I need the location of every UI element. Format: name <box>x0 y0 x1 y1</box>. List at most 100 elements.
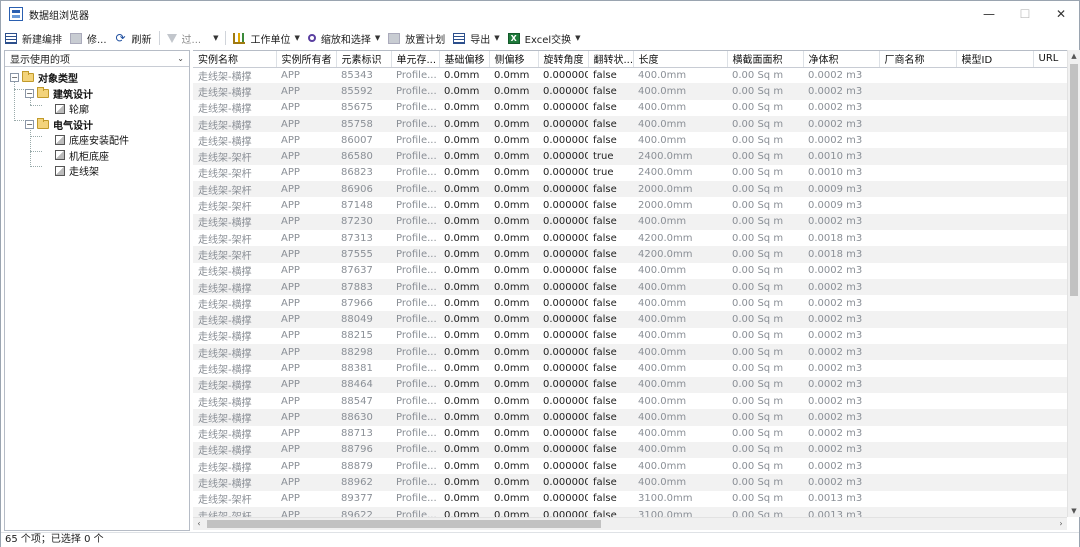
table-row[interactable]: 走线架-横撑 APP 88215 Profile... 0.0mm 0.0mm 0.0000… <box>193 327 1067 345</box>
table-row[interactable]: 走线架-横撑 APP 88962 Profile... 0.0mm 0.0mm 0.0000… <box>193 474 1067 491</box>
table-row[interactable]: 走线架-横撑 APP 85675 Profile... 0.0mm 0.0mm 0.0000… <box>193 99 1067 116</box>
column-header[interactable]: 侧偏移 <box>489 51 539 68</box>
column-header[interactable]: 净体积 <box>803 51 880 68</box>
table-cell: 89377 <box>336 490 391 508</box>
table-row[interactable]: 走线架-横撑 APP 88879 Profile... 0.0mm 0.0mm 0.0000… <box>193 458 1067 475</box>
zoom-select-button[interactable]: 缩放和选择 ▼ <box>304 29 384 47</box>
column-header[interactable]: 单元存... <box>391 51 440 68</box>
table-cell <box>879 262 956 279</box>
filter-dropdown-button[interactable]: ▼ <box>205 29 222 47</box>
collapse-icon[interactable]: − <box>10 73 19 83</box>
table-row[interactable]: 走线架-架杆 APP 87555 Profile... 0.0mm 0.0mm 0.0000… <box>193 246 1067 263</box>
table-row[interactable]: 走线架-横撑 APP 87637 Profile... 0.0mm 0.0mm 0.0000… <box>193 262 1067 279</box>
table-row[interactable]: 走线架-横撑 APP 87966 Profile... 0.0mm 0.0mm 0.0000… <box>193 295 1067 312</box>
excel-exchange-button[interactable]: X Excel交换 ▼ <box>504 29 585 47</box>
column-header[interactable]: 实例名称 <box>193 51 277 68</box>
column-header[interactable]: 横截面面积 <box>727 51 804 68</box>
vertical-scrollbar[interactable]: ▲ ▼ <box>1067 50 1080 517</box>
tree-node-base-mount[interactable]: 底座安装配件 <box>5 132 189 148</box>
column-header[interactable]: 长度 <box>633 51 728 68</box>
vertical-scroll-thumb[interactable] <box>1070 64 1078 296</box>
horizontal-scrollbar[interactable]: ‹ › <box>193 517 1067 530</box>
table-cell <box>956 441 1033 459</box>
table-row[interactable]: 走线架-横撑 APP 88298 Profile... 0.0mm 0.0mm 0.0000… <box>193 344 1067 361</box>
close-button[interactable]: ✕ <box>1043 1 1079 27</box>
table-cell <box>1033 229 1067 247</box>
table-row[interactable]: 走线架-横撑 APP 88464 Profile... 0.0mm 0.0mm 0.0000… <box>193 376 1067 393</box>
column-header[interactable]: 翻转状... <box>588 51 634 68</box>
table-cell <box>1033 278 1067 296</box>
table-row[interactable]: 走线架-横撑 APP 85343 Profile... 0.0mm 0.0mm 0.0000… <box>193 67 1067 84</box>
table-row[interactable]: 走线架-架杆 APP 87313 Profile... 0.0mm 0.0mm 0.0000… <box>193 229 1067 247</box>
filter-button[interactable]: 过... <box>163 29 206 47</box>
table-cell <box>956 507 1033 517</box>
table-row[interactable]: 走线架-横撑 APP 88547 Profile... 0.0mm 0.0mm 0.0000… <box>193 392 1067 410</box>
table-cell: 0.000000 <box>538 197 588 214</box>
table-cell: 0.0018 m3 <box>803 229 879 247</box>
place-plan-button[interactable]: 放置计划 <box>384 29 449 47</box>
table-row[interactable]: 走线架-架杆 APP 86906 Profile... 0.0mm 0.0mm 0.0000… <box>193 181 1067 198</box>
column-header[interactable]: 实例所有者 <box>276 51 337 68</box>
work-unit-button[interactable]: 工作单位 ▼ <box>229 29 303 47</box>
table-cell: 400.0mm <box>633 392 727 410</box>
column-header[interactable]: 旋转角度 <box>538 51 589 68</box>
scroll-left-icon[interactable]: ‹ <box>193 518 205 530</box>
tree-node-object-types[interactable]: − 对象类型 <box>5 70 189 86</box>
table-cell: 0.00 Sq m <box>727 392 803 410</box>
tree-node-building-design[interactable]: − 建筑设计 <box>5 86 189 102</box>
magnifier-icon <box>307 34 316 42</box>
collapse-icon[interactable]: − <box>25 119 34 129</box>
table-cell <box>879 327 956 345</box>
table-row[interactable]: 走线架-横撑 APP 88713 Profile... 0.0mm 0.0mm 0.0000… <box>193 425 1067 442</box>
table-row[interactable]: 走线架-横撑 APP 85758 Profile... 0.0mm 0.0mm 0.0000… <box>193 115 1067 133</box>
table-header-row: 实例名称 实例所有者 元素标识 单元存... 基础偏移 侧偏移 旋转角度 翻转状... 长度 横截… <box>193 51 1067 68</box>
table-row[interactable]: 走线架-架杆 APP 89377 Profile... 0.0mm 0.0mm 0.0000… <box>193 490 1067 508</box>
table-cell: 0.00 Sq m <box>727 197 803 214</box>
collapse-icon[interactable]: − <box>25 88 34 98</box>
scroll-up-icon[interactable]: ▲ <box>1068 50 1080 62</box>
new-sort-button[interactable]: 新建编排 <box>1 29 66 47</box>
maximize-button[interactable]: ☐ <box>1007 1 1043 27</box>
column-header[interactable]: 模型ID <box>956 51 1034 68</box>
column-header[interactable]: 元素标识 <box>336 51 392 68</box>
minimize-button[interactable]: — <box>971 1 1007 27</box>
table-row[interactable]: 走线架-横撑 APP 88796 Profile... 0.0mm 0.0mm 0.0000… <box>193 441 1067 459</box>
tree-node-outline[interactable]: 轮廓 <box>5 101 189 117</box>
table-cell: 0.0002 m3 <box>803 213 879 230</box>
new-sort-label: 新建编排 <box>22 34 62 46</box>
table-row[interactable]: 走线架-横撑 APP 88049 Profile... 0.0mm 0.0mm 0.0000… <box>193 311 1067 328</box>
column-header[interactable]: 厂商名称 <box>879 51 957 68</box>
column-header[interactable]: URL <box>1033 51 1067 68</box>
table-row[interactable]: 走线架-架杆APP89622Profile...0.0mm0.0mm0.0000… <box>193 507 1067 517</box>
column-header[interactable]: 基础偏移 <box>439 51 490 68</box>
table-row[interactable]: 走线架-架杆 APP 87148 Profile... 0.0mm 0.0mm 0.0000… <box>193 197 1067 214</box>
refresh-button[interactable]: ⟳ 刷新 <box>111 29 156 47</box>
table-cell <box>956 164 1033 182</box>
table-cell: APP <box>276 83 336 100</box>
modify-button[interactable]: 修... <box>66 29 111 47</box>
tree-node-cable-tray[interactable]: 走线架 <box>5 163 189 179</box>
table-row[interactable]: 走线架-横撑 APP 86007 Profile... 0.0mm 0.0mm 0.0000… <box>193 132 1067 149</box>
table-cell <box>879 490 956 508</box>
scroll-down-icon[interactable]: ▼ <box>1068 505 1080 517</box>
table-row[interactable]: 走线架-横撑 APP 85592 Profile... 0.0mm 0.0mm 0.0000… <box>193 83 1067 100</box>
tree-node-cabinet-base[interactable]: 机柜底座 <box>5 148 189 164</box>
table-row[interactable]: 走线架-横撑 APP 88381 Profile... 0.0mm 0.0mm 0.0000… <box>193 360 1067 377</box>
table-cell: 0.0mm <box>489 278 538 296</box>
table-cell: 0.00 Sq m <box>727 83 803 100</box>
table-cell <box>956 67 1033 84</box>
table-row[interactable]: 走线架-架杆 APP 86580 Profile... 0.0mm 0.0mm 0.0000… <box>193 148 1067 165</box>
table-cell: Profile... <box>391 197 439 214</box>
table-row[interactable]: 走线架-横撑 APP 87230 Profile... 0.0mm 0.0mm 0.0000… <box>193 213 1067 230</box>
item-filter-dropdown[interactable]: 显示使用的项 ⌄ <box>5 51 189 67</box>
table-cell: 0.0mm <box>489 344 538 361</box>
table-row[interactable]: 走线架-架杆 APP 86823 Profile... 0.0mm 0.0mm 0.0000… <box>193 164 1067 182</box>
export-button[interactable]: 导出 ▼ <box>449 29 503 47</box>
table-row[interactable]: 走线架-横撑 APP 87883 Profile... 0.0mm 0.0mm 0.0000… <box>193 278 1067 296</box>
tree-node-electrical-design[interactable]: − 电气设计 <box>5 117 189 133</box>
table-row[interactable]: 走线架-横撑 APP 88630 Profile... 0.0mm 0.0mm 0.0000… <box>193 409 1067 426</box>
horizontal-scroll-thumb[interactable] <box>207 520 601 528</box>
scroll-right-icon[interactable]: › <box>1055 518 1067 530</box>
table-cell: 400.0mm <box>633 376 727 393</box>
table-cell: 0.0mm <box>489 148 538 165</box>
